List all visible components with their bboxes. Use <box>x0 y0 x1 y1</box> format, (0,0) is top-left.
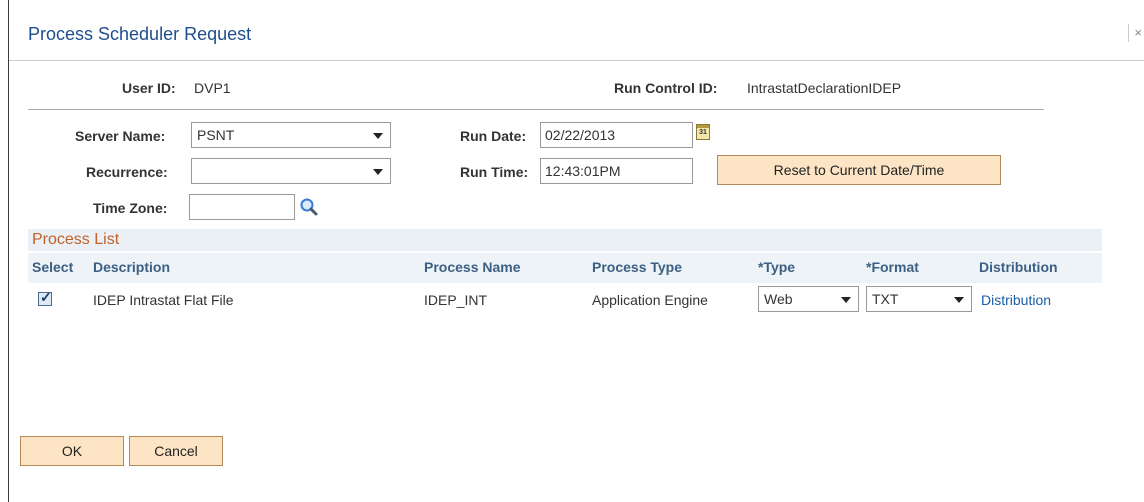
format-value: TXT <box>872 291 899 307</box>
row-description: IDEP Intrastat Flat File <box>93 292 234 308</box>
dialog-frame-left <box>0 0 9 502</box>
server-name-select[interactable]: PSNT <box>191 122 391 148</box>
chevron-down-icon <box>373 133 383 139</box>
user-id-value: DVP1 <box>194 80 231 96</box>
process-list-header-bar <box>28 229 1102 251</box>
chevron-down-icon <box>954 297 964 303</box>
column-header-format: *Format <box>866 259 919 275</box>
chevron-down-icon <box>841 297 851 303</box>
column-header-description: Description <box>93 259 171 275</box>
run-time-label: Run Time: <box>460 164 529 180</box>
table-header-row <box>28 253 1102 283</box>
type-value: Web <box>764 291 793 307</box>
run-time-input[interactable]: 12:43:01PM <box>540 158 693 184</box>
run-control-id-label: Run Control ID: <box>614 80 718 96</box>
server-name-value: PSNT <box>197 127 235 143</box>
column-header-process-type: Process Type <box>592 259 683 275</box>
dialog-frame-top <box>0 0 1144 8</box>
column-header-select: Select <box>32 259 74 275</box>
run-date-label: Run Date: <box>460 128 527 144</box>
recurrence-label: Recurrence: <box>86 164 168 180</box>
calendar-icon[interactable]: 31 <box>696 124 710 140</box>
time-zone-label: Time Zone: <box>93 200 168 216</box>
recurrence-select[interactable] <box>191 158 391 184</box>
run-control-id-value: IntrastatDeclarationIDEP <box>747 80 902 96</box>
reset-date-time-button[interactable]: Reset to Current Date/Time <box>717 155 1001 185</box>
ok-button[interactable]: OK <box>20 436 124 466</box>
user-id-label: User ID: <box>122 80 176 96</box>
checkmark-icon: ✓ <box>40 289 52 305</box>
distribution-link[interactable]: Distribution <box>981 292 1051 308</box>
title-divider <box>9 60 1144 61</box>
process-list-title: Process List <box>32 231 120 248</box>
format-select[interactable]: TXT <box>866 286 972 312</box>
search-icon[interactable] <box>299 197 319 217</box>
column-header-type: *Type <box>758 259 796 275</box>
dialog-title: Process Scheduler Request <box>28 24 252 44</box>
server-name-label: Server Name: <box>75 128 166 144</box>
time-zone-input[interactable] <box>189 194 295 220</box>
run-date-input[interactable]: 02/22/2013 <box>540 122 693 148</box>
row-process-type: Application Engine <box>592 292 708 308</box>
row-process-name: IDEP_INT <box>424 292 488 308</box>
column-header-distribution: Distribution <box>979 259 1058 275</box>
column-header-process-name: Process Name <box>424 259 521 275</box>
header-divider <box>28 109 1044 110</box>
select-checkbox[interactable]: ✓ <box>38 289 52 306</box>
type-select[interactable]: Web <box>758 286 859 312</box>
cancel-button[interactable]: Cancel <box>129 436 223 466</box>
chevron-down-icon <box>373 169 383 175</box>
close-icon[interactable]: × <box>1128 24 1144 42</box>
